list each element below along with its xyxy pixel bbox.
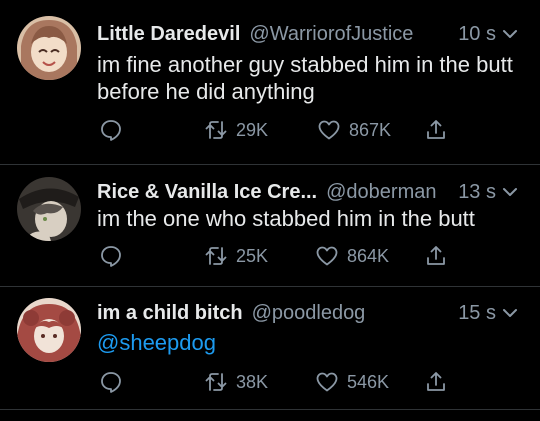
share-icon — [427, 120, 445, 139]
retweet-count: 38K — [236, 371, 269, 392]
like-count: 546K — [347, 371, 390, 392]
avatar[interactable] — [17, 177, 81, 241]
retweet-button[interactable]: 38K — [204, 369, 268, 395]
display-name[interactable]: Rice & Vanilla Ice Cre... — [97, 181, 317, 204]
like-count: 867K — [349, 119, 392, 140]
share-icon — [427, 246, 445, 265]
action-bar: 25K 864K — [97, 243, 528, 269]
chevron-down-icon[interactable] — [502, 305, 518, 321]
retweet-count: 29K — [236, 119, 269, 140]
like-button[interactable]: 864K — [315, 243, 389, 269]
reply-button[interactable] — [99, 243, 123, 269]
avatar[interactable] — [17, 16, 81, 80]
like-button[interactable]: 867K — [317, 117, 391, 143]
tweet-text: im the one who stabbed him in the butt — [97, 206, 475, 231]
retweet-button[interactable]: 29K — [204, 117, 268, 143]
share-button[interactable] — [424, 243, 448, 269]
reply-button[interactable] — [99, 369, 123, 395]
retweet-icon — [205, 121, 227, 139]
reply-icon — [101, 372, 121, 393]
timestamp[interactable]: 13 s — [458, 181, 496, 204]
heart-icon — [316, 246, 338, 266]
retweet-icon — [205, 373, 227, 391]
chevron-down-icon[interactable] — [502, 184, 518, 200]
heart-icon — [318, 120, 340, 140]
share-icon — [427, 372, 445, 391]
like-button[interactable]: 546K — [315, 369, 389, 395]
user-handle[interactable]: @poodledog — [252, 302, 366, 325]
timestamp[interactable]: 10 s — [458, 23, 496, 46]
action-bar: 29K 867K — [97, 117, 528, 143]
display-name[interactable]: Little Daredevil — [97, 23, 240, 46]
display-name[interactable]: im a child bitch — [97, 302, 243, 325]
tweet-2[interactable]: Rice & Vanilla Ice Cre... @doberman 13 s… — [0, 165, 540, 286]
reply-icon — [101, 120, 121, 141]
user-handle[interactable]: @WarriorofJustice — [249, 23, 413, 46]
retweet-icon — [205, 247, 227, 265]
tweet-text: im fine another guy stabbed him in the b… — [97, 52, 513, 104]
avatar-image — [17, 16, 81, 80]
retweet-count: 25K — [236, 245, 269, 266]
tweet-1[interactable]: Little Daredevil @WarriorofJustice 10 s … — [0, 0, 540, 164]
avatar-image — [17, 298, 81, 362]
tweet-3[interactable]: im a child bitch @poodledog 15 s @sheepd… — [0, 287, 540, 409]
avatar-image — [17, 177, 81, 241]
chevron-down-icon[interactable] — [502, 26, 518, 42]
mention-link[interactable]: @sheepdog — [97, 329, 528, 356]
reply-button[interactable] — [99, 117, 123, 143]
avatar[interactable] — [17, 298, 81, 362]
reply-icon — [101, 246, 121, 267]
share-button[interactable] — [424, 117, 448, 143]
timestamp[interactable]: 15 s — [458, 302, 496, 325]
share-button[interactable] — [424, 369, 448, 395]
like-count: 864K — [347, 245, 390, 266]
user-handle[interactable]: @doberman — [326, 181, 436, 204]
action-bar: 38K 546K — [97, 369, 528, 395]
retweet-button[interactable]: 25K — [204, 243, 268, 269]
heart-icon — [316, 372, 338, 392]
divider — [0, 409, 540, 410]
